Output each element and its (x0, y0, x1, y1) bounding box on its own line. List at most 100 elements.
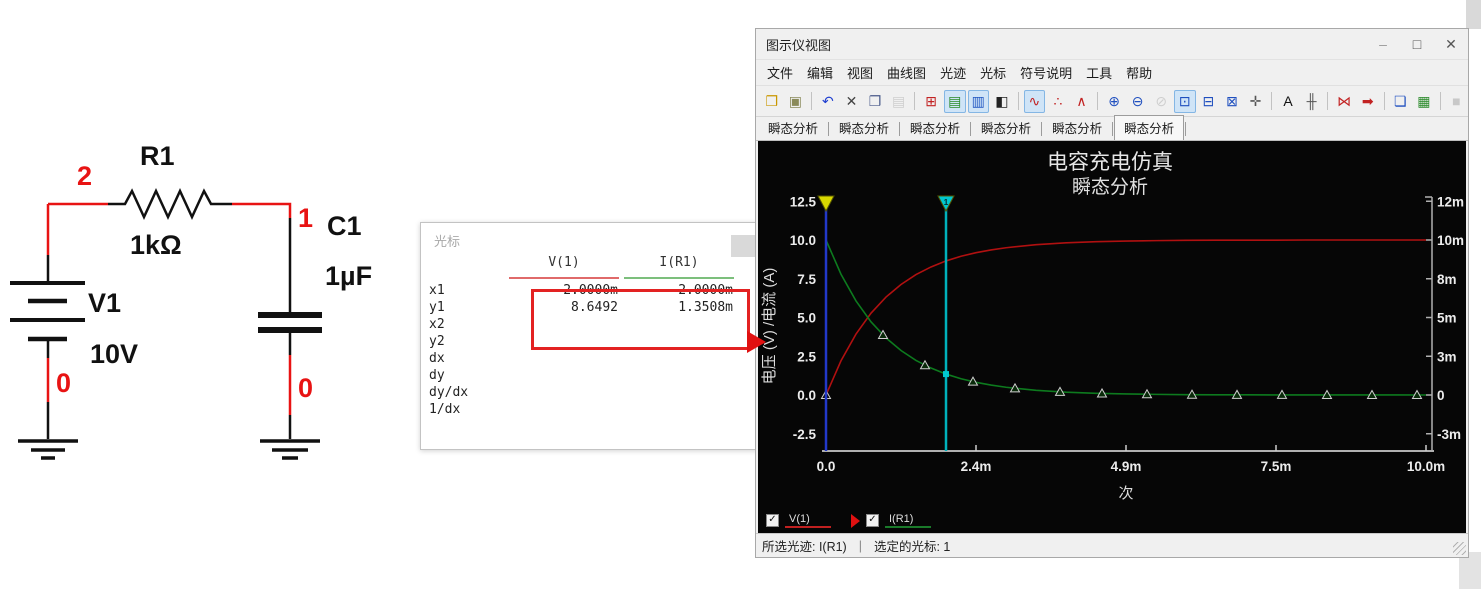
chart-subtitle: 瞬态分析 (1072, 176, 1148, 198)
open-icon[interactable]: ❒ (761, 90, 783, 113)
menu-item-0[interactable]: 文件 (760, 61, 800, 84)
joined-points-icon[interactable]: ∧ (1071, 90, 1093, 113)
text-icon[interactable]: A (1277, 90, 1299, 113)
c1-refdes: C1 (327, 211, 362, 241)
annotation-arrow (747, 331, 766, 353)
cursor-row-label: x2 (429, 317, 481, 334)
menu-item-3[interactable]: 曲线图 (880, 61, 933, 84)
ground-symbol-left[interactable] (18, 441, 78, 458)
cursor-v1-value (481, 368, 618, 385)
cursor-ir1-value (618, 368, 733, 385)
toolbar-separator (1097, 92, 1098, 110)
toolbar: ❒▣↶✕❐▤⊞▤▥◧∿∴∧⊕⊖⊘⊡⊟⊠✛A╫⋈➡❏▦■ (756, 86, 1468, 117)
zoom-in-icon[interactable]: ⊕ (1103, 90, 1125, 113)
toolbar-separator (1384, 92, 1385, 110)
cursor-row-y1: y18.64921.3508m (429, 300, 741, 317)
background-window-edge (1466, 0, 1481, 29)
zoom-out-icon[interactable]: ⊖ (1127, 90, 1149, 113)
tab-transient-4[interactable]: 瞬态分析 (1043, 116, 1111, 140)
zoom-area-icon[interactable]: ⊡ (1174, 90, 1196, 113)
undo-icon[interactable]: ↶ (817, 90, 839, 113)
cursor-v1-value (481, 402, 618, 419)
legend-checkbox-0[interactable]: ✓ (766, 514, 779, 527)
paste-icon[interactable]: ▤ (888, 90, 910, 113)
svg-text:5.0: 5.0 (797, 311, 816, 326)
ir1-underline (624, 277, 734, 279)
pan-icon[interactable]: ✛ (1245, 90, 1267, 113)
tab-transient-1[interactable]: 瞬态分析 (830, 116, 898, 140)
x-axis-title: 次 (1118, 485, 1133, 502)
circuit-schematic: 2 1 0 0 R1 1kΩ C1 1µF V1 10V (8, 130, 418, 475)
svg-text:10.0m: 10.0m (1407, 459, 1445, 474)
tab-transient-2[interactable]: 瞬态分析 (901, 116, 969, 140)
menu-item-4[interactable]: 光迹 (933, 61, 973, 84)
cursors-icon[interactable]: ╫ (1301, 90, 1323, 113)
ground-symbol-right[interactable] (260, 441, 320, 458)
trace-legend: ✓ V(1) ✓ I(R1) (766, 513, 945, 528)
zoom-x-icon[interactable]: ⊟ (1198, 90, 1220, 113)
cursor-row-x1: x12.0000m2.0000m (429, 283, 741, 300)
legend-checkbox-1[interactable]: ✓ (866, 514, 879, 527)
legend-item-1[interactable]: I(R1) (885, 513, 931, 528)
menu-item-5[interactable]: 光标 (973, 61, 1013, 84)
cursor-ir1-value (618, 351, 733, 368)
cursor-row-label: dy/dx (429, 385, 481, 402)
zoom-y-icon[interactable]: ⊠ (1221, 90, 1243, 113)
cursor-v1-value (481, 317, 618, 334)
menu-item-1[interactable]: 编辑 (800, 61, 840, 84)
axes-properties-icon[interactable]: ▥ (968, 90, 990, 113)
v1-refdes: V1 (88, 288, 121, 318)
svg-text:-3m: -3m (1437, 427, 1461, 442)
copy-icon[interactable]: ❐ (864, 90, 886, 113)
overlay-traces-icon[interactable]: ⋈ (1333, 90, 1355, 113)
minimize-button[interactable]: – (1366, 29, 1400, 59)
tab-separator (1112, 122, 1113, 136)
copy-graph-icon[interactable]: ❏ (1389, 90, 1411, 113)
data-points-icon[interactable]: ∴ (1047, 90, 1069, 113)
menu-item-2[interactable]: 视图 (840, 61, 880, 84)
capacitor-c1[interactable] (258, 218, 322, 355)
resistor-r1[interactable] (108, 191, 232, 217)
chart-panel: 电容充电仿真 瞬态分析 电压 (V) /电流 (A) 次 0.02.4m4.9m… (758, 141, 1466, 533)
r1-refdes: R1 (140, 141, 175, 171)
stop-icon[interactable]: ■ (1446, 90, 1468, 113)
cursor-row-dy-dx: dy/dx (429, 385, 741, 402)
tab-transient-5[interactable]: 瞬态分析 (1114, 115, 1184, 140)
resize-grip[interactable] (1453, 542, 1466, 555)
cursor-row-label: dy (429, 368, 481, 385)
menu-item-7[interactable]: 工具 (1079, 61, 1119, 84)
delete-icon[interactable]: ✕ (841, 90, 863, 113)
cursor-row-label: x1 (429, 283, 481, 300)
tab-transient-3[interactable]: 瞬态分析 (972, 116, 1040, 140)
menu-item-8[interactable]: 帮助 (1119, 61, 1159, 84)
tab-separator (828, 122, 829, 136)
save-icon[interactable]: ▣ (785, 90, 807, 113)
legend-icon[interactable]: ▤ (944, 90, 966, 113)
node-label-0-left: 0 (56, 368, 71, 398)
close-button[interactable]: ✕ (1434, 29, 1468, 59)
cursor-ir1-value (618, 402, 733, 419)
chart-title: 电容充电仿真 (1047, 151, 1173, 174)
zoom-restore-icon[interactable]: ⊘ (1150, 90, 1172, 113)
grid-icon[interactable]: ⊞ (920, 90, 942, 113)
export-icon[interactable]: ➡ (1357, 90, 1379, 113)
cursor-v1-value (481, 334, 618, 351)
battery-v1[interactable] (10, 255, 85, 358)
legend-item-0[interactable]: V(1) (785, 513, 831, 528)
cursor-row-y2: y2 (429, 334, 741, 351)
svg-text:8m: 8m (1437, 272, 1457, 287)
node-label-2: 2 (77, 161, 92, 191)
status-selected-trace: 所选光迹: I(R1) (762, 536, 847, 555)
svg-text:12m: 12m (1437, 194, 1464, 209)
grapher-window: 图示仪视图 – □ ✕ 文件编辑视图曲线图光迹光标符号说明工具帮助 ❒▣↶✕❐▤… (755, 28, 1469, 558)
svg-text:10.0: 10.0 (790, 233, 816, 248)
tab-transient-0[interactable]: 瞬态分析 (759, 116, 827, 140)
maximize-button[interactable]: □ (1400, 29, 1434, 59)
y-axis-title: 电压 (V) /电流 (A) (761, 268, 778, 385)
trace-icon[interactable]: ∿ (1024, 90, 1046, 113)
svg-text:5m: 5m (1437, 311, 1457, 326)
menu-item-6[interactable]: 符号说明 (1013, 61, 1079, 84)
invert-colors-icon[interactable]: ◧ (991, 90, 1013, 113)
svg-text:2.4m: 2.4m (961, 459, 992, 474)
excel-export-icon[interactable]: ▦ (1413, 90, 1435, 113)
